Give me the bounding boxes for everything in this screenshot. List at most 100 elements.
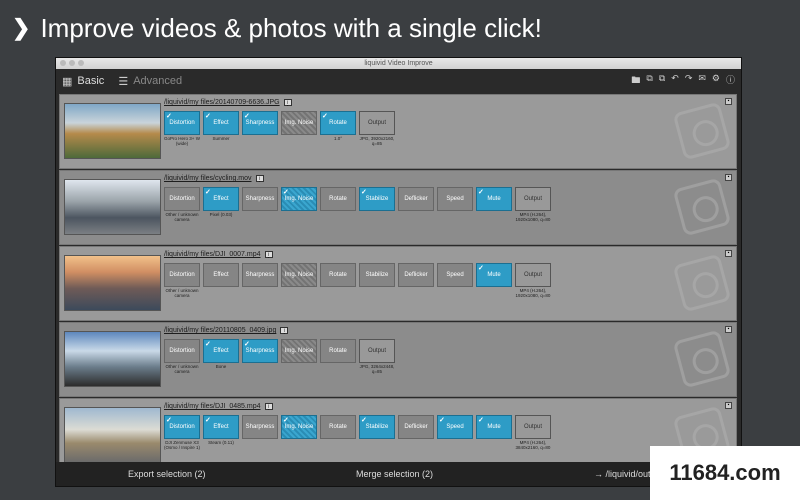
file-path-link[interactable]: /liquivid/my files/DJI_0007.mp4 i (164, 251, 273, 258)
copy-icon[interactable]: ⧉ (646, 73, 652, 89)
op-output[interactable]: Output MP4 (H.264), 1920x1080, q=80 (515, 187, 551, 222)
op-speed[interactable]: Speed (437, 187, 473, 222)
op-deflicker[interactable]: Deflicker (398, 187, 434, 222)
info-icon[interactable]: i (280, 327, 289, 334)
file-row[interactable]: /liquivid/my files/20140709-6636.JPG i ✓ Di… (59, 94, 737, 169)
op-button[interactable]: Sharpness (242, 263, 278, 287)
op-button[interactable]: Deflicker (398, 187, 434, 211)
op-button[interactable]: ✓ Effect (203, 111, 239, 135)
op-rotate[interactable]: ✓ Rotate 1.0° (320, 111, 356, 146)
op-output[interactable]: Output MP4 (H.264), 3840x2160, q=80 (515, 415, 551, 450)
redo-icon[interactable]: ↷ (685, 73, 693, 89)
info-icon[interactable]: i (264, 251, 273, 258)
info-icon[interactable]: i (255, 175, 264, 182)
op-sharpness[interactable]: ✓ Sharpness (242, 111, 278, 146)
info-icon[interactable]: i (264, 403, 273, 410)
op-mute[interactable]: ✓ Mute (476, 187, 512, 222)
op-button[interactable]: Speed (437, 187, 473, 211)
op-effect[interactable]: ✓ Effect Bone (203, 339, 239, 374)
row-toggle-icon[interactable]: ▪ (725, 250, 732, 257)
file-path-link[interactable]: /liquivid/my files/20140709-6636.JPG i (164, 99, 292, 106)
row-toggle-icon[interactable]: ▪ (725, 174, 732, 181)
op-distortion[interactable]: Distortion Other / unknown camera (164, 187, 200, 222)
op-button[interactable]: Img. Noise (281, 339, 317, 363)
op-button[interactable]: ✓ Speed (437, 415, 473, 439)
op-button[interactable]: Rotate (320, 415, 356, 439)
row-toggle-icon[interactable]: ▪ (725, 402, 732, 409)
file-path-link[interactable]: /liquivid/my files/DJI_0485.mp4 i (164, 403, 273, 410)
op-distortion[interactable]: ✓ Distortion DJI Zenmuse X3 (Osmo / Inspir… (164, 415, 200, 450)
op-button[interactable]: Output (359, 339, 395, 363)
row-toggle-icon[interactable]: ▪ (725, 326, 732, 333)
op-mute[interactable]: ✓ Mute (476, 263, 512, 298)
tab-basic[interactable]: ▦ Basic (62, 75, 104, 88)
op-button[interactable]: Rotate (320, 339, 356, 363)
op-button[interactable]: Output (515, 415, 551, 439)
op-deflicker[interactable]: Deflicker (398, 415, 434, 450)
merge-selection-button[interactable]: Merge selection (2) (356, 469, 433, 479)
op-effect[interactable]: Effect (203, 263, 239, 298)
op-button[interactable]: ✓ Img. Noise (281, 415, 317, 439)
op-img-noise[interactable]: Img. Noise (281, 339, 317, 374)
op-button[interactable]: Distortion (164, 339, 200, 363)
op-button[interactable]: Img. Noise (281, 263, 317, 287)
undo-icon[interactable]: ↶ (671, 73, 679, 89)
op-sharpness[interactable]: Sharpness (242, 263, 278, 298)
op-rotate[interactable]: Rotate (320, 339, 356, 374)
op-button[interactable]: Deflicker (398, 415, 434, 439)
op-output[interactable]: Output JPG, 3920x2160, q=85 (359, 111, 395, 146)
op-button[interactable]: ✓ Effect (203, 415, 239, 439)
op-button[interactable]: ✓ Effect (203, 187, 239, 211)
op-distortion[interactable]: Distortion Other / unknown camera (164, 339, 200, 374)
traffic-lights[interactable] (60, 60, 84, 66)
op-button[interactable]: Output (515, 263, 551, 287)
op-button[interactable]: Output (515, 187, 551, 211)
file-path-link[interactable]: /liquivid/my files/20110805_0409.jpg i (164, 327, 289, 334)
op-button[interactable]: Rotate (320, 187, 356, 211)
file-row[interactable]: /liquivid/my files/20110805_0409.jpg i Dis… (59, 322, 737, 397)
file-path-link[interactable]: /liquivid/my files/cycling.mov i (164, 175, 264, 182)
op-button[interactable]: Img. Noise (281, 111, 317, 135)
op-mute[interactable]: ✓ Mute (476, 415, 512, 450)
op-rotate[interactable]: Rotate (320, 263, 356, 298)
op-img-noise[interactable]: Img. Noise (281, 111, 317, 146)
op-button[interactable]: ✓ Sharpness (242, 111, 278, 135)
mail-icon[interactable]: ✉ (698, 73, 706, 89)
op-button[interactable]: ✓ Img. Noise (281, 187, 317, 211)
op-sharpness[interactable]: Sharpness (242, 187, 278, 222)
op-effect[interactable]: ✓ Effect Pixel (0.03) (203, 187, 239, 222)
settings-icon[interactable]: ⚙ (712, 73, 720, 89)
op-speed[interactable]: ✓ Speed (437, 415, 473, 450)
op-button[interactable]: ✓ Mute (476, 263, 512, 287)
paste-icon[interactable]: ⧉ (659, 73, 665, 89)
folder-icon[interactable]: 🖿 (631, 73, 640, 89)
op-distortion[interactable]: ✓ Distortion GoPro Hero 3+ W (wide) (164, 111, 200, 146)
op-stabilize[interactable]: ✓ Stabilize (359, 415, 395, 450)
op-button[interactable]: ✓ Rotate (320, 111, 356, 135)
op-button[interactable]: Sharpness (242, 415, 278, 439)
op-button[interactable]: ✓ Sharpness (242, 339, 278, 363)
op-img-noise[interactable]: Img. Noise (281, 263, 317, 298)
op-img-noise[interactable]: ✓ Img. Noise (281, 187, 317, 222)
op-button[interactable]: ✓ Mute (476, 415, 512, 439)
file-row[interactable]: /liquivid/my files/DJI_0007.mp4 i Distorti… (59, 246, 737, 321)
op-button[interactable]: ✓ Distortion (164, 111, 200, 135)
op-button[interactable]: Deflicker (398, 263, 434, 287)
op-effect[interactable]: ✓ Effect Summer (203, 111, 239, 146)
op-button[interactable]: ✓ Stabilize (359, 187, 395, 211)
op-output[interactable]: Output JPG, 3264x2448, q=85 (359, 339, 395, 374)
tab-advanced[interactable]: ☰ Advanced (118, 75, 182, 88)
op-deflicker[interactable]: Deflicker (398, 263, 434, 298)
op-sharpness[interactable]: ✓ Sharpness (242, 339, 278, 374)
op-button[interactable]: Stabilize (359, 263, 395, 287)
op-sharpness[interactable]: Sharpness (242, 415, 278, 450)
op-button[interactable]: Sharpness (242, 187, 278, 211)
output-folder-link[interactable]: → /liquivid/out (594, 469, 651, 479)
op-button[interactable]: ✓ Stabilize (359, 415, 395, 439)
op-distortion[interactable]: Distortion Other / unknown camera (164, 263, 200, 298)
op-effect[interactable]: ✓ Effect Steam (0.11) (203, 415, 239, 450)
export-selection-button[interactable]: Export selection (2) (128, 469, 206, 479)
op-button[interactable]: Output (359, 111, 395, 135)
op-speed[interactable]: Speed (437, 263, 473, 298)
op-stabilize[interactable]: ✓ Stabilize (359, 187, 395, 222)
